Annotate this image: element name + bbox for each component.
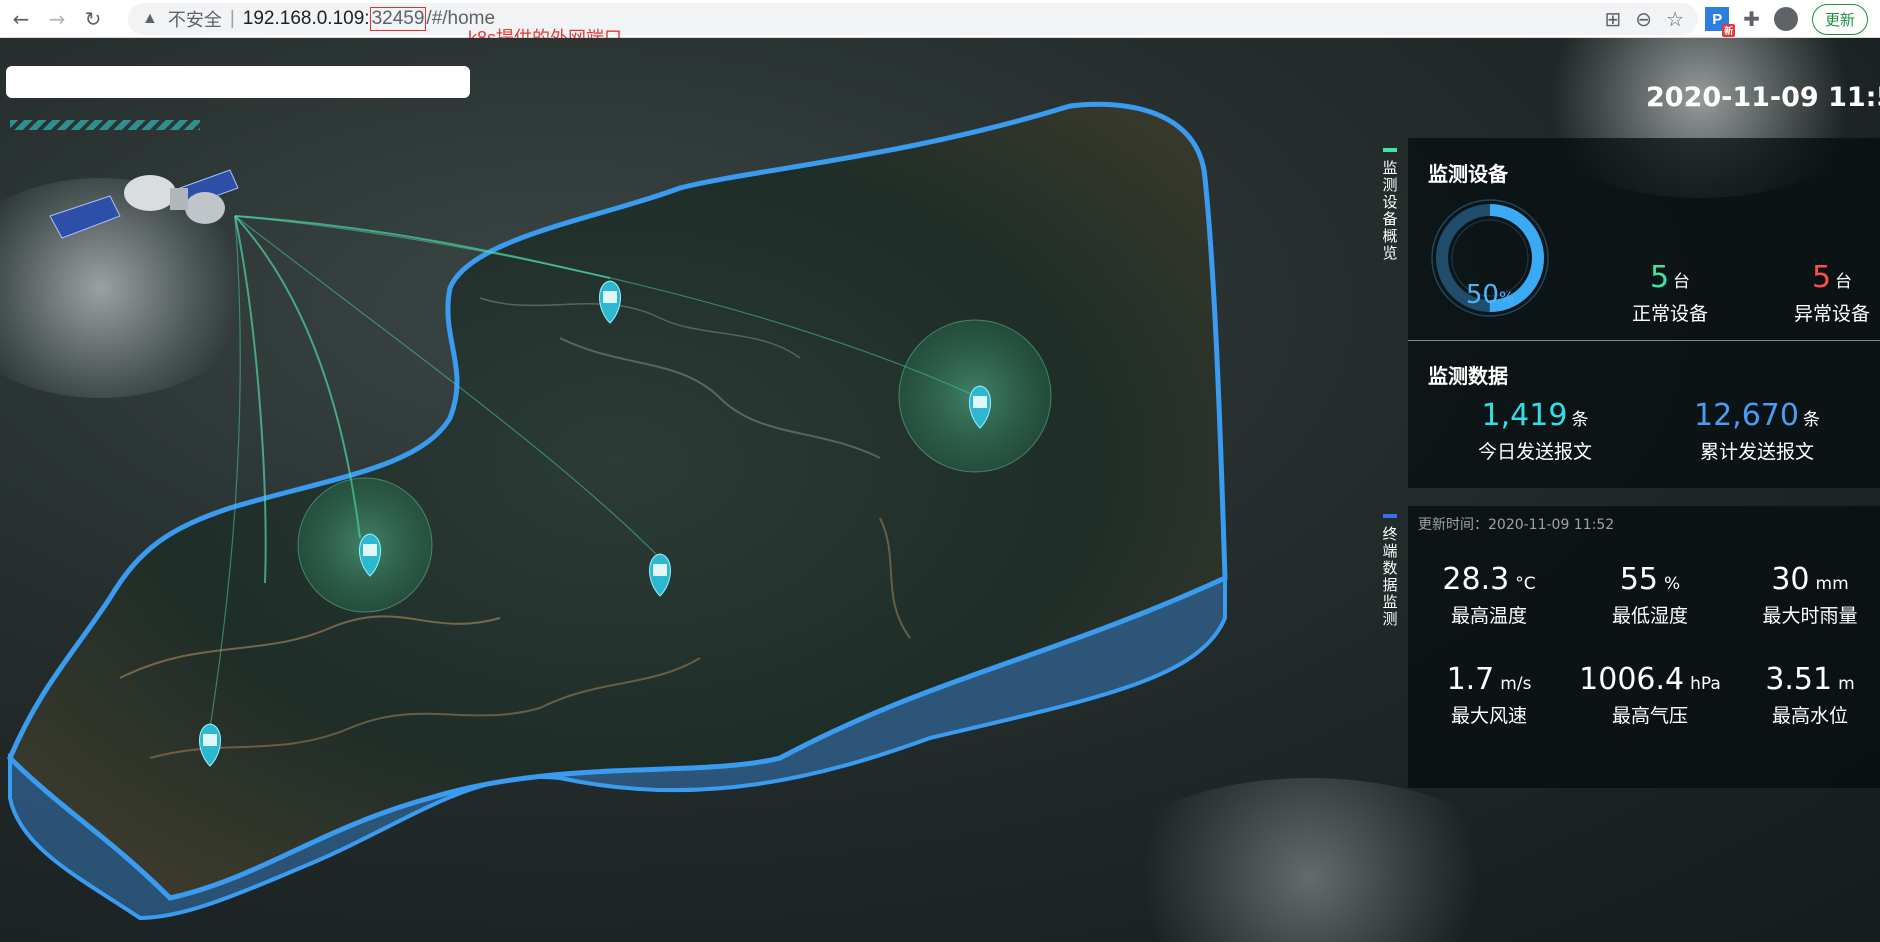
bookmark-star-icon[interactable]: ☆ [1666, 7, 1684, 32]
metric-value: 28.3 [1442, 562, 1510, 597]
side-label-accent [1383, 148, 1397, 152]
metric-value: 30 [1771, 562, 1810, 597]
extensions-puzzle-icon[interactable]: ✚ [1743, 7, 1760, 31]
datetime-display: 2020-11-09 11:52 [1646, 82, 1880, 113]
ring-value: 50 [1465, 280, 1499, 310]
total-count: 12,670 [1694, 398, 1799, 433]
today-messages-stat: 1,419 条 今日发送报文 [1455, 398, 1615, 464]
abnormal-label: 异常设备 [1793, 303, 1870, 325]
overview-side-label-text: 监测设备概览 [1382, 159, 1398, 262]
address-bar[interactable]: ▲ 不安全 | 192.168.0.109: 32459/#/home ⊞ ⊖ ☆ [128, 3, 1698, 35]
today-unit: 条 [1571, 410, 1589, 430]
metric-unit: m/s [1500, 674, 1532, 694]
browser-toolbar: ← → ↻ ▲ 不安全 | 192.168.0.109: 32459/#/home… [0, 0, 1880, 38]
metric-max-pressure: 1006.4 hPa 最高气压 [1570, 662, 1730, 728]
abnormal-devices-stat: 5台 异常设备 [1762, 260, 1880, 326]
reload-icon[interactable]: ↻ [78, 4, 108, 34]
security-label: 不安全 [167, 10, 222, 30]
extension-p-icon[interactable]: P新 [1705, 7, 1736, 37]
profile-avatar-icon[interactable] [1773, 7, 1798, 31]
terrain-map [7, 101, 1228, 921]
metric-value: 55 [1619, 562, 1659, 597]
normal-count: 5 [1649, 260, 1670, 295]
forward-icon[interactable]: → [42, 4, 72, 34]
metric-label: 最大时雨量 [1762, 605, 1858, 627]
metric-value: 3.51 [1765, 662, 1833, 697]
metric-max-wind-speed: 1.7 m/s 最大风速 [1409, 662, 1569, 728]
today-label: 今日发送报文 [1477, 441, 1592, 463]
dashboard: 2020-11-09 11:52 监测设备概览 监测设备 50% 5台 正常设备… [0, 38, 1880, 942]
total-unit: 条 [1802, 410, 1820, 430]
normal-devices-stat: 5台 正常设备 [1600, 260, 1740, 326]
metric-label: 最高气压 [1611, 705, 1688, 727]
abnormal-count: 5 [1811, 260, 1832, 295]
metric-unit: m [1838, 674, 1855, 694]
panel-divider [1408, 340, 1880, 341]
metric-unit: % [1664, 574, 1681, 594]
metric-max-water-level: 3.51 m 最高水位 [1730, 662, 1880, 728]
normal-unit: 台 [1673, 272, 1691, 292]
metric-unit: °C [1515, 574, 1536, 594]
ring-unit: % [1498, 288, 1515, 307]
metric-label: 最低湿度 [1611, 605, 1688, 627]
metric-label: 最高温度 [1450, 605, 1527, 627]
extension-new-badge: 新 [1722, 24, 1736, 37]
update-button[interactable]: 更新 [1811, 3, 1868, 35]
terminal-panel [1408, 506, 1880, 788]
metric-min-humidity: 55% 最低湿度 [1570, 562, 1730, 628]
metric-label: 最高水位 [1771, 705, 1848, 727]
warning-icon[interactable]: ▲ [142, 10, 158, 28]
metric-unit: mm [1815, 574, 1849, 594]
metric-max-hourly-rainfall: 30 mm 最大时雨量 [1730, 562, 1880, 628]
total-messages-stat: 12,670 条 累计发送报文 [1672, 398, 1842, 464]
translate-icon[interactable]: ⊞ [1605, 7, 1622, 32]
url-host: 192.168.0.109: [242, 8, 370, 29]
devices-title: 监测设备 [1428, 162, 1508, 186]
overview-side-label: 监测设备概览 [1381, 148, 1399, 262]
zoom-icon[interactable]: ⊖ [1635, 7, 1652, 32]
metric-unit: hPa [1690, 674, 1721, 694]
side-label-accent [1383, 514, 1397, 518]
url-port: 32459 [369, 7, 427, 31]
terminal-side-label-text: 终端数据监测 [1382, 525, 1398, 628]
metric-label: 最大风速 [1450, 705, 1527, 727]
ring-label: 50% [1428, 280, 1552, 310]
address-separator: | [229, 8, 235, 29]
data-title: 监测数据 [1428, 364, 1508, 388]
update-time: 更新时间：2020-11-09 11:52 [1418, 517, 1615, 533]
total-label: 累计发送报文 [1699, 441, 1814, 463]
terminal-side-label: 终端数据监测 [1381, 514, 1399, 628]
metric-max-temperature: 28.3 °C 最高温度 [1409, 562, 1569, 628]
metric-value: 1006.4 [1579, 662, 1685, 697]
normal-label: 正常设备 [1631, 303, 1708, 325]
satellite-icon [49, 169, 239, 239]
today-count: 1,419 [1481, 398, 1568, 433]
abnormal-unit: 台 [1835, 272, 1853, 292]
back-icon[interactable]: ← [6, 4, 36, 34]
metric-value: 1.7 [1446, 662, 1495, 697]
